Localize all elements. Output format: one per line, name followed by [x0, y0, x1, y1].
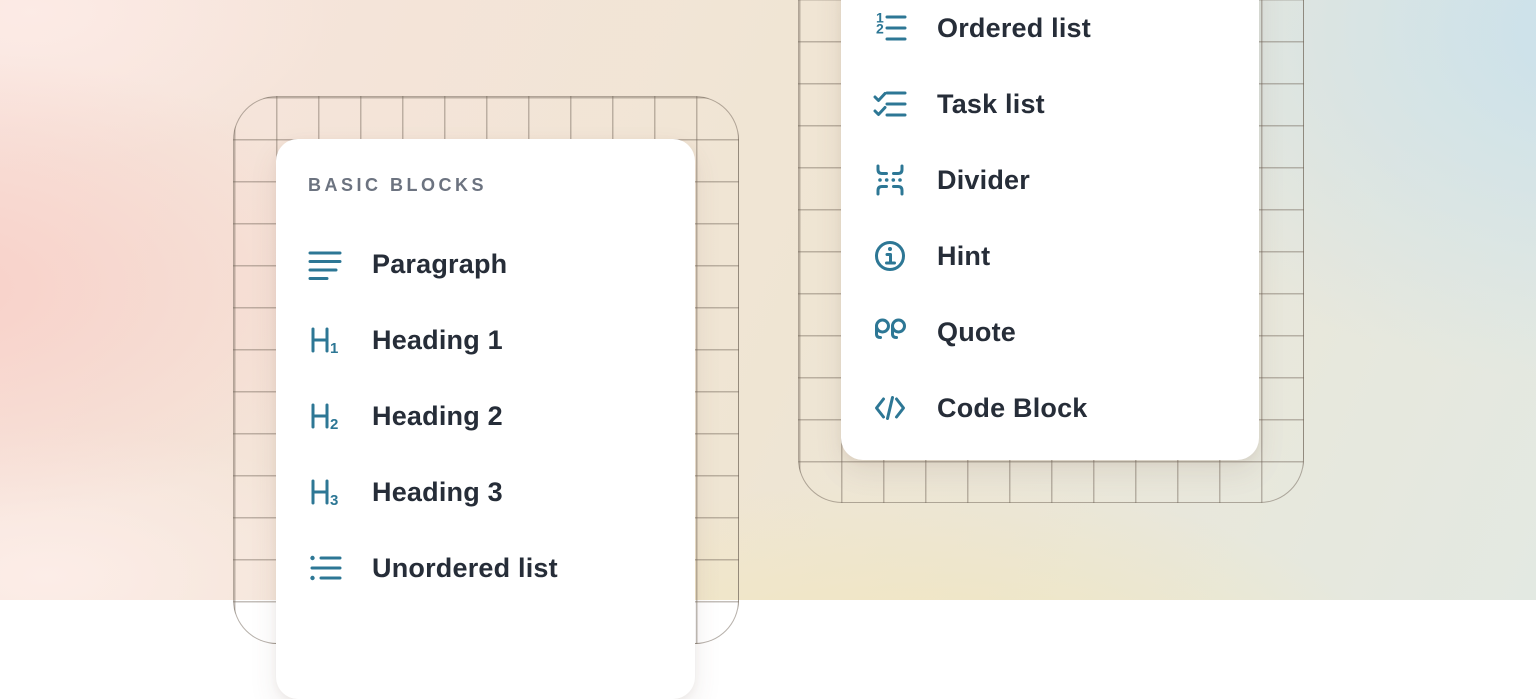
task-list-icon: [873, 87, 907, 121]
heading-2-icon: 2: [308, 399, 342, 433]
svg-text:1: 1: [330, 340, 338, 357]
menu-item-task-list[interactable]: Task list: [873, 66, 1231, 142]
divider-icon: [873, 163, 907, 197]
menu-item-label: Heading 2: [372, 401, 503, 432]
menu-item-hint[interactable]: Hint: [873, 218, 1231, 294]
ordered-list-icon: 12: [873, 11, 907, 45]
heading-3-icon: 3: [308, 475, 342, 509]
menu-item-label: Ordered list: [937, 13, 1091, 44]
menu-item-label: Divider: [937, 165, 1030, 196]
menu-item-ordered-list[interactable]: 12 Ordered list: [873, 0, 1231, 66]
menu-item-code-block[interactable]: Code Block: [873, 370, 1231, 446]
menu-item-list: Paragraph 1 Heading 1 2 Heading 2 3 Heading 3 U…: [308, 226, 667, 606]
menu-item-label: Heading 3: [372, 477, 503, 508]
svg-text:3: 3: [330, 492, 338, 509]
menu-item-label: Quote: [937, 317, 1016, 348]
menu-item-paragraph[interactable]: Paragraph: [308, 226, 667, 302]
menu-item-heading-1[interactable]: 1 Heading 1: [308, 302, 667, 378]
menu-item-divider[interactable]: Divider: [873, 142, 1231, 218]
code-block-icon: [873, 391, 907, 425]
menu-item-label: Code Block: [937, 393, 1088, 424]
heading-1-icon: 1: [308, 323, 342, 357]
menu-item-label: Hint: [937, 241, 990, 272]
menu-item-list: 12 Ordered list Task list Divider Hint Quote C…: [873, 0, 1231, 446]
block-menu-basic-blocks: BASIC BLOCKS Paragraph 1 Heading 1 2 Heading…: [276, 139, 695, 699]
svg-text:2: 2: [330, 416, 338, 433]
gradient-background: [0, 0, 1536, 600]
hint-icon: [873, 239, 907, 273]
panel-title: BASIC BLOCKS: [308, 175, 667, 196]
block-menu-more-blocks: 12 Ordered list Task list Divider Hint Quote C…: [841, 0, 1259, 460]
menu-item-label: Task list: [937, 89, 1045, 120]
unordered-list-icon: [308, 551, 342, 585]
menu-item-label: Heading 1: [372, 325, 503, 356]
menu-item-unordered-list[interactable]: Unordered list: [308, 530, 667, 606]
paragraph-icon: [308, 247, 342, 281]
menu-item-heading-2[interactable]: 2 Heading 2: [308, 378, 667, 454]
quote-icon: [873, 315, 907, 349]
svg-text:2: 2: [876, 21, 884, 37]
menu-item-heading-3[interactable]: 3 Heading 3: [308, 454, 667, 530]
menu-item-label: Paragraph: [372, 249, 507, 280]
menu-item-label: Unordered list: [372, 553, 558, 584]
menu-item-quote[interactable]: Quote: [873, 294, 1231, 370]
